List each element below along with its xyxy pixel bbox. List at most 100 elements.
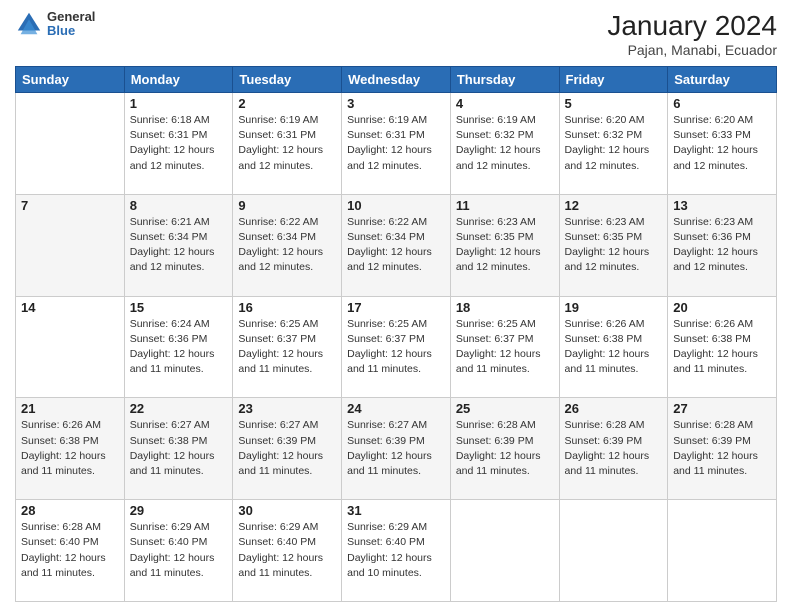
day-info: Sunrise: 6:27 AMSunset: 6:39 PMDaylight:…	[238, 418, 336, 479]
table-row: 17 Sunrise: 6:25 AMSunset: 6:37 PMDayligh…	[342, 296, 451, 398]
day-number: 27	[673, 401, 771, 416]
table-row: 21 Sunrise: 6:26 AMSunset: 6:38 PMDayligh…	[16, 398, 125, 500]
day-number: 16	[238, 300, 336, 315]
day-info: Sunrise: 6:24 AMSunset: 6:36 PMDaylight:…	[130, 317, 228, 378]
title-block: January 2024 Pajan, Manabi, Ecuador	[607, 10, 777, 58]
day-number: 28	[21, 503, 119, 518]
day-number: 12	[565, 198, 663, 213]
table-row: 1Sunrise: 6:18 AMSunset: 6:31 PMDaylight…	[124, 93, 233, 195]
day-info: Sunrise: 6:29 AMSunset: 6:40 PMDaylight:…	[347, 520, 445, 581]
calendar-table: Sunday Monday Tuesday Wednesday Thursday…	[15, 66, 777, 602]
col-wednesday: Wednesday	[342, 67, 451, 93]
calendar-week-row: 7 8Sunrise: 6:21 AMSunset: 6:34 PMDayligh…	[16, 194, 777, 296]
day-number: 9	[238, 198, 336, 213]
location-subtitle: Pajan, Manabi, Ecuador	[607, 42, 777, 58]
day-info: Sunrise: 6:19 AMSunset: 6:31 PMDaylight:…	[347, 113, 445, 174]
day-number: 29	[130, 503, 228, 518]
table-row: 3Sunrise: 6:19 AMSunset: 6:31 PMDaylight…	[342, 93, 451, 195]
day-info: Sunrise: 6:23 AMSunset: 6:35 PMDaylight:…	[565, 215, 663, 276]
table-row: 15Sunrise: 6:24 AMSunset: 6:36 PMDayligh…	[124, 296, 233, 398]
table-row: 14	[16, 296, 125, 398]
month-title: January 2024	[607, 10, 777, 42]
day-info: Sunrise: 6:29 AMSunset: 6:40 PMDaylight:…	[130, 520, 228, 581]
table-row: 22Sunrise: 6:27 AMSunset: 6:38 PMDayligh…	[124, 398, 233, 500]
day-info: Sunrise: 6:21 AMSunset: 6:34 PMDaylight:…	[130, 215, 228, 276]
day-number: 6	[673, 96, 771, 111]
day-info: Sunrise: 6:28 AMSunset: 6:40 PMDaylight:…	[21, 520, 119, 581]
logo-icon	[15, 10, 43, 38]
day-info: Sunrise: 6:22 AMSunset: 6:34 PMDaylight:…	[347, 215, 445, 276]
table-row: 8Sunrise: 6:21 AMSunset: 6:34 PMDaylight…	[124, 194, 233, 296]
day-info: Sunrise: 6:25 AMSunset: 6:37 PMDaylight:…	[347, 317, 445, 378]
header: General Blue January 2024 Pajan, Manabi,…	[15, 10, 777, 58]
day-info: Sunrise: 6:22 AMSunset: 6:34 PMDaylight:…	[238, 215, 336, 276]
day-number: 7	[21, 198, 119, 213]
logo-blue-text: Blue	[47, 24, 95, 38]
day-info: Sunrise: 6:19 AMSunset: 6:31 PMDaylight:…	[238, 113, 336, 174]
day-number: 18	[456, 300, 554, 315]
table-row: 10 Sunrise: 6:22 AMSunset: 6:34 PMDayligh…	[342, 194, 451, 296]
day-info: Sunrise: 6:29 AMSunset: 6:40 PMDaylight:…	[238, 520, 336, 581]
day-number: 26	[565, 401, 663, 416]
col-thursday: Thursday	[450, 67, 559, 93]
table-row: 27Sunrise: 6:28 AMSunset: 6:39 PMDayligh…	[668, 398, 777, 500]
table-row: 25 Sunrise: 6:28 AMSunset: 6:39 PMDayligh…	[450, 398, 559, 500]
table-row: 12 Sunrise: 6:23 AMSunset: 6:35 PMDayligh…	[559, 194, 668, 296]
day-number: 5	[565, 96, 663, 111]
calendar-header-row: Sunday Monday Tuesday Wednesday Thursday…	[16, 67, 777, 93]
day-number: 19	[565, 300, 663, 315]
day-info: Sunrise: 6:18 AMSunset: 6:31 PMDaylight:…	[130, 113, 228, 174]
day-info: Sunrise: 6:23 AMSunset: 6:36 PMDaylight:…	[673, 215, 771, 276]
calendar-week-row: 21 Sunrise: 6:26 AMSunset: 6:38 PMDayligh…	[16, 398, 777, 500]
day-number: 20	[673, 300, 771, 315]
table-row	[450, 500, 559, 602]
day-number: 4	[456, 96, 554, 111]
table-row	[668, 500, 777, 602]
calendar-week-row: 1Sunrise: 6:18 AMSunset: 6:31 PMDaylight…	[16, 93, 777, 195]
table-row: 20 Sunrise: 6:26 AMSunset: 6:38 PMDayligh…	[668, 296, 777, 398]
day-number: 2	[238, 96, 336, 111]
table-row: 19 Sunrise: 6:26 AMSunset: 6:38 PMDayligh…	[559, 296, 668, 398]
day-info: Sunrise: 6:19 AMSunset: 6:32 PMDaylight:…	[456, 113, 554, 174]
table-row: 6 Sunrise: 6:20 AMSunset: 6:33 PMDaylight…	[668, 93, 777, 195]
page: General Blue January 2024 Pajan, Manabi,…	[0, 0, 792, 612]
day-info: Sunrise: 6:27 AMSunset: 6:39 PMDaylight:…	[347, 418, 445, 479]
table-row: 16 Sunrise: 6:25 AMSunset: 6:37 PMDayligh…	[233, 296, 342, 398]
table-row: 26Sunrise: 6:28 AMSunset: 6:39 PMDayligh…	[559, 398, 668, 500]
table-row	[559, 500, 668, 602]
col-tuesday: Tuesday	[233, 67, 342, 93]
day-info: Sunrise: 6:26 AMSunset: 6:38 PMDaylight:…	[21, 418, 119, 479]
table-row: 30 Sunrise: 6:29 AMSunset: 6:40 PMDayligh…	[233, 500, 342, 602]
calendar-week-row: 14 15Sunrise: 6:24 AMSunset: 6:36 PMDayli…	[16, 296, 777, 398]
table-row: 23 Sunrise: 6:27 AMSunset: 6:39 PMDayligh…	[233, 398, 342, 500]
table-row: 18 Sunrise: 6:25 AMSunset: 6:37 PMDayligh…	[450, 296, 559, 398]
table-row: 9 Sunrise: 6:22 AMSunset: 6:34 PMDaylight…	[233, 194, 342, 296]
logo-general-text: General	[47, 10, 95, 24]
day-info: Sunrise: 6:25 AMSunset: 6:37 PMDaylight:…	[238, 317, 336, 378]
table-row: 4 Sunrise: 6:19 AMSunset: 6:32 PMDaylight…	[450, 93, 559, 195]
day-number: 14	[21, 300, 119, 315]
day-number: 22	[130, 401, 228, 416]
day-number: 17	[347, 300, 445, 315]
day-info: Sunrise: 6:25 AMSunset: 6:37 PMDaylight:…	[456, 317, 554, 378]
table-row: 29 Sunrise: 6:29 AMSunset: 6:40 PMDayligh…	[124, 500, 233, 602]
day-info: Sunrise: 6:26 AMSunset: 6:38 PMDaylight:…	[565, 317, 663, 378]
day-number: 30	[238, 503, 336, 518]
day-number: 13	[673, 198, 771, 213]
table-row	[16, 93, 125, 195]
col-saturday: Saturday	[668, 67, 777, 93]
day-number: 24	[347, 401, 445, 416]
day-number: 11	[456, 198, 554, 213]
day-number: 21	[21, 401, 119, 416]
table-row: 5Sunrise: 6:20 AMSunset: 6:32 PMDaylight…	[559, 93, 668, 195]
table-row: 24 Sunrise: 6:27 AMSunset: 6:39 PMDayligh…	[342, 398, 451, 500]
day-number: 25	[456, 401, 554, 416]
table-row: 31Sunrise: 6:29 AMSunset: 6:40 PMDayligh…	[342, 500, 451, 602]
day-number: 23	[238, 401, 336, 416]
day-number: 10	[347, 198, 445, 213]
day-info: Sunrise: 6:28 AMSunset: 6:39 PMDaylight:…	[456, 418, 554, 479]
table-row: 11Sunrise: 6:23 AMSunset: 6:35 PMDayligh…	[450, 194, 559, 296]
table-row: 2 Sunrise: 6:19 AMSunset: 6:31 PMDaylight…	[233, 93, 342, 195]
day-info: Sunrise: 6:20 AMSunset: 6:33 PMDaylight:…	[673, 113, 771, 174]
day-info: Sunrise: 6:26 AMSunset: 6:38 PMDaylight:…	[673, 317, 771, 378]
